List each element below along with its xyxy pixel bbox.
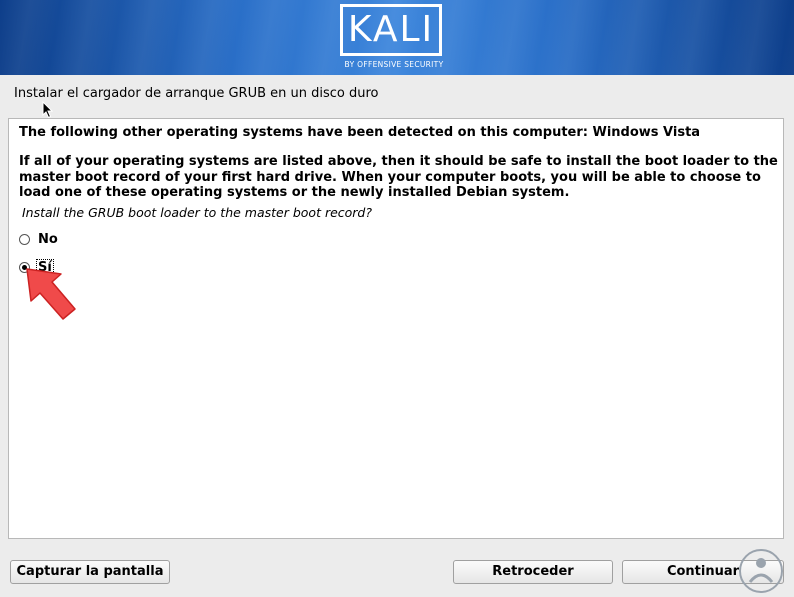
option-no-label[interactable]: No <box>37 232 59 247</box>
kali-logo-text: KALI <box>347 9 435 50</box>
content-panel: The following other operating systems ha… <box>8 118 784 539</box>
red-arrow-icon <box>26 268 76 320</box>
screenshot-button[interactable]: Capturar la pantalla <box>10 560 170 584</box>
kali-banner: KALI BY OFFENSIVE SECURITY <box>0 0 794 75</box>
back-button[interactable]: Retroceder <box>453 560 613 584</box>
radio-no[interactable] <box>19 233 30 245</box>
kali-logo: KALI BY OFFENSIVE SECURITY <box>340 4 450 70</box>
mouse-cursor-icon <box>42 101 54 119</box>
kali-logo-subtitle: BY OFFENSIVE SECURITY <box>344 60 444 69</box>
solvetic-logo-icon <box>739 549 783 593</box>
option-no[interactable]: No <box>19 230 59 248</box>
explanation-text: If all of your operating systems are lis… <box>19 154 778 200</box>
step-title: Instalar el cargador de arranque GRUB en… <box>14 86 379 101</box>
question-text: Install the GRUB boot loader to the mast… <box>22 205 373 220</box>
detected-os-text: The following other operating systems ha… <box>19 125 701 140</box>
